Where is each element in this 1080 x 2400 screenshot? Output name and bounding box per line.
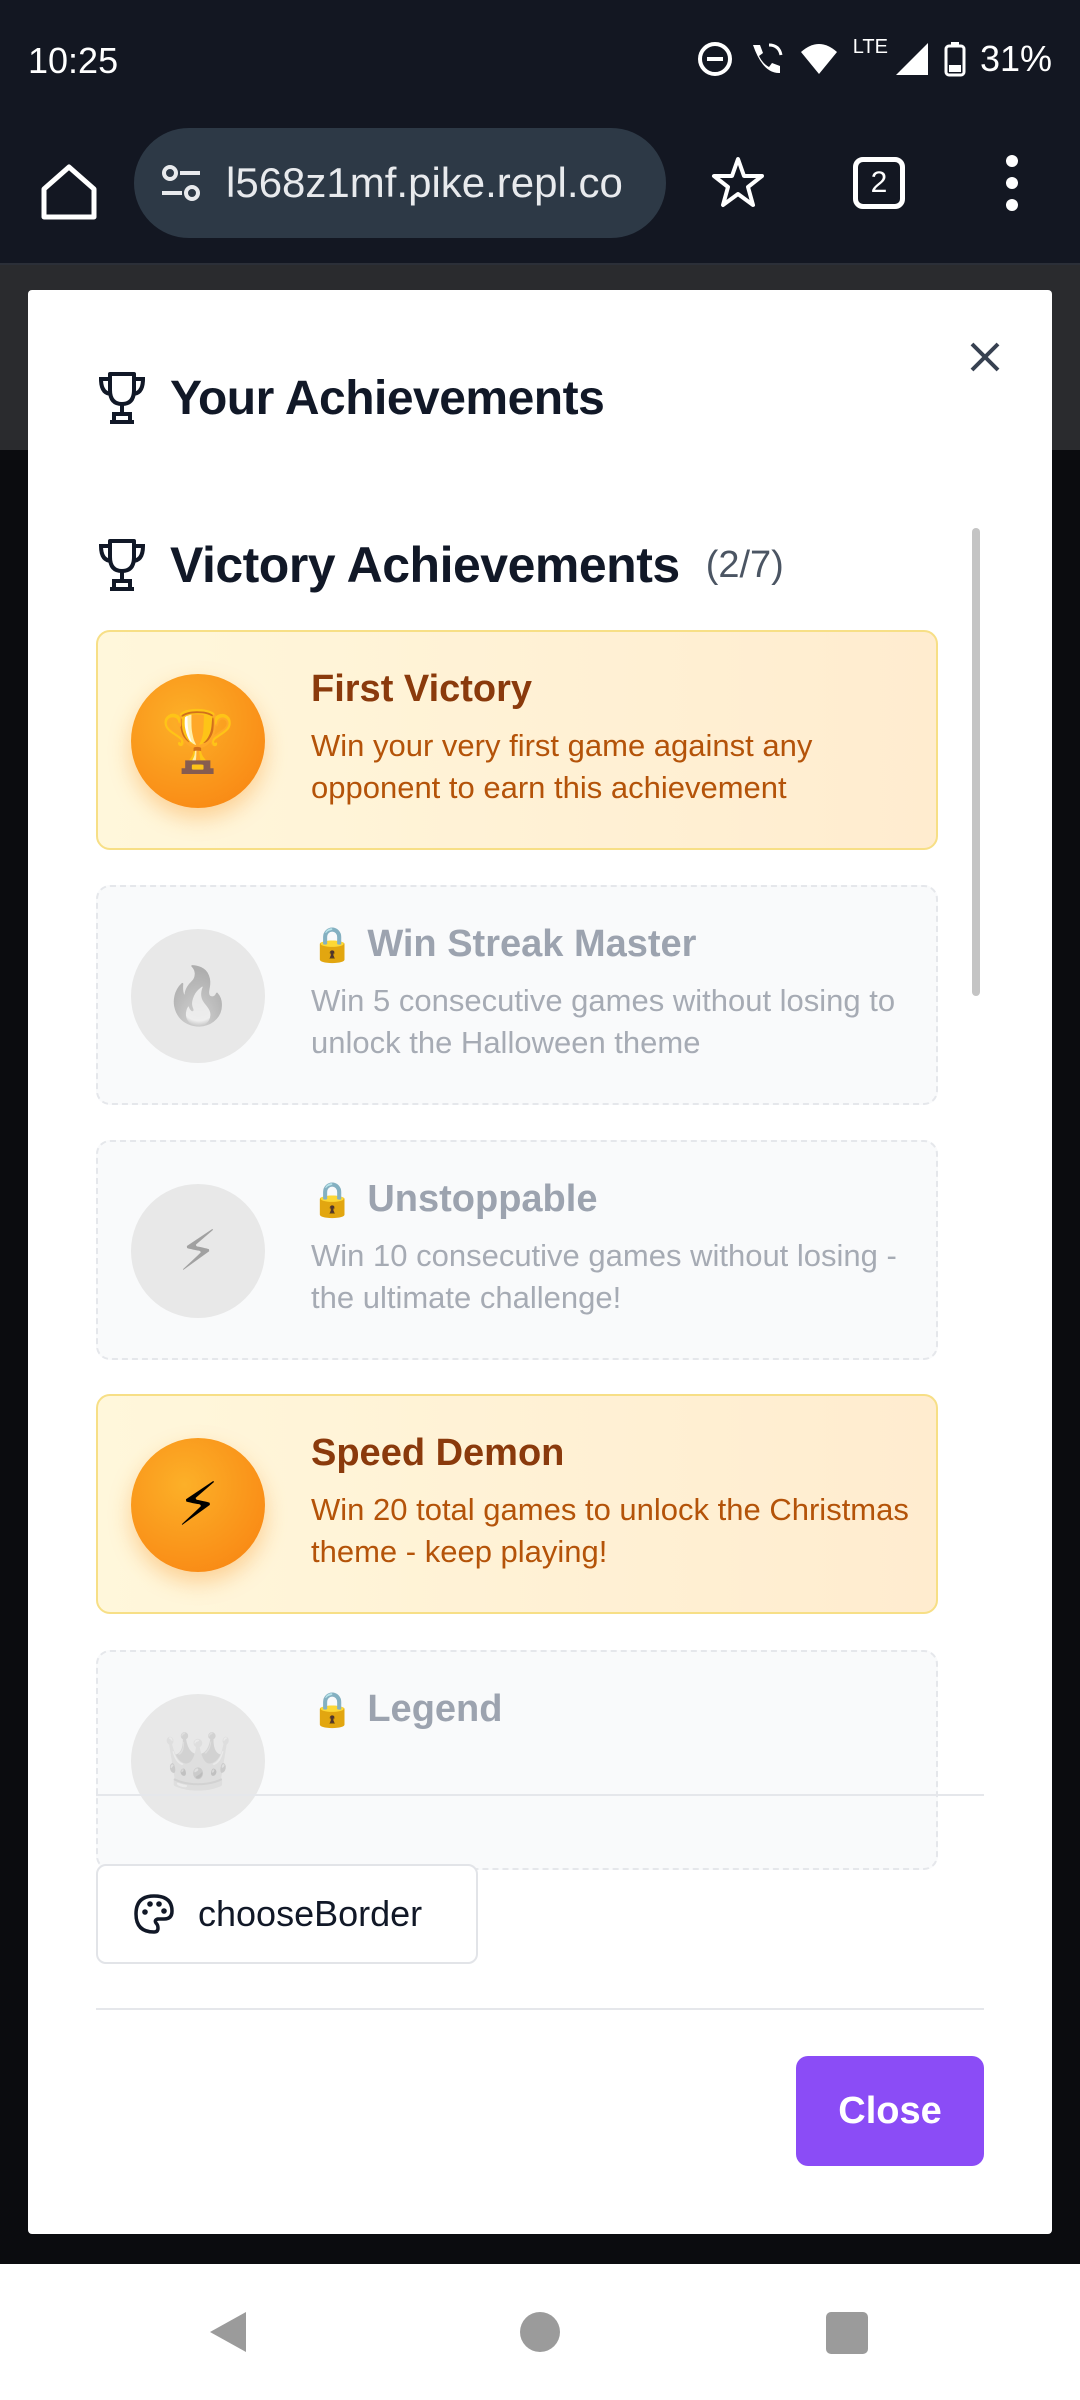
achievement-card: ⚡ 🔒 Unstoppable Win 10 consecutive games…	[96, 1140, 938, 1360]
achievements-modal: Your Achievements Victory Achievements (…	[28, 290, 1052, 2234]
achievement-list[interactable]: 🏆 First Victory Win your very first game…	[96, 630, 966, 2040]
achievement-badge: 🏆	[131, 674, 265, 808]
tabs-button[interactable]: 2	[853, 157, 905, 209]
achievement-badge: ⚡	[131, 1438, 265, 1572]
home-nav-icon[interactable]	[520, 2312, 560, 2352]
home-icon[interactable]	[36, 159, 102, 225]
palette-icon	[134, 1894, 174, 1934]
choose-border-button[interactable]: chooseBorder	[96, 1864, 478, 1964]
wifi-icon	[800, 44, 837, 74]
achievement-description: Win 20 total games to unlock the Christm…	[311, 1492, 909, 1569]
browser-toolbar: l568z1mf.pike.repl.co 2	[0, 125, 1080, 265]
lightning-badge-icon: ⚡	[176, 1471, 220, 1538]
close-icon[interactable]	[968, 340, 1002, 374]
achievement-title: Win Streak Master	[367, 923, 697, 965]
achievement-card: ⚡ Speed Demon Win 20 total games to unlo…	[96, 1394, 938, 1614]
achievement-title: First Victory	[311, 668, 533, 710]
achievement-title: Speed Demon	[311, 1432, 565, 1474]
modal-header: Your Achievements	[96, 370, 605, 426]
signal-icon	[895, 43, 928, 75]
dnd-icon	[697, 42, 732, 76]
lock-icon: 🔒	[311, 1180, 354, 1219]
choose-border-label: chooseBorder	[198, 1893, 423, 1934]
achievement-card: 🏆 First Victory Win your very first game…	[96, 630, 938, 850]
achievement-card: 👑 🔒 Legend	[96, 1650, 938, 1870]
achievement-badge: ⚡	[131, 1184, 265, 1318]
status-icons: LTE 31%	[697, 35, 1052, 80]
scrollbar[interactable]	[972, 528, 980, 996]
achievement-badge: 🔥	[131, 929, 265, 1063]
section-title: Victory Achievements	[170, 537, 680, 593]
recents-icon[interactable]	[826, 2312, 868, 2354]
site-settings-icon[interactable]	[156, 158, 206, 208]
section-count: (2/7)	[705, 543, 784, 586]
url-text: l568z1mf.pike.repl.co	[226, 159, 623, 206]
lightning-badge-icon: ⚡	[178, 1219, 218, 1282]
divider	[96, 1794, 984, 1796]
divider	[96, 2008, 984, 2010]
achievement-description: Win 10 consecutive games without losing …	[311, 1238, 897, 1315]
network-type: LTE	[852, 35, 888, 58]
crown-badge-icon: 👑	[163, 1729, 233, 1792]
achievement-badge: 👑	[131, 1694, 265, 1828]
star-icon[interactable]	[708, 153, 768, 213]
achievement-description: Win 5 consecutive games without losing t…	[311, 983, 896, 1060]
address-bar[interactable]: l568z1mf.pike.repl.co	[134, 128, 666, 238]
section-header: Victory Achievements (2/7)	[96, 536, 784, 594]
battery-icon	[944, 42, 966, 77]
back-icon[interactable]	[206, 2308, 250, 2356]
more-vert-icon[interactable]	[1000, 153, 1024, 213]
trophy-badge-icon: 🏆	[160, 707, 236, 775]
trophy-icon	[98, 372, 146, 424]
modal-title: Your Achievements	[170, 371, 605, 425]
battery-level: 31%	[979, 38, 1052, 79]
trophy-icon	[98, 539, 146, 591]
status-bar: 10:25 LTE 31%	[0, 0, 1080, 125]
achievement-card: 🔥 🔒 Win Streak Master Win 5 consecutive …	[96, 885, 938, 1105]
achievement-title: Legend	[367, 1688, 503, 1730]
lock-icon: 🔒	[311, 925, 354, 964]
wifi-calling-icon	[752, 43, 783, 74]
system-nav-bar	[0, 2264, 1080, 2400]
clock: 10:25	[28, 40, 119, 81]
fire-badge-icon: 🔥	[163, 964, 233, 1027]
achievement-title: Unstoppable	[367, 1178, 598, 1220]
close-button[interactable]: Close	[796, 2056, 984, 2166]
lock-icon: 🔒	[311, 1690, 354, 1729]
achievement-description: Win your very first game against any opp…	[311, 728, 813, 805]
